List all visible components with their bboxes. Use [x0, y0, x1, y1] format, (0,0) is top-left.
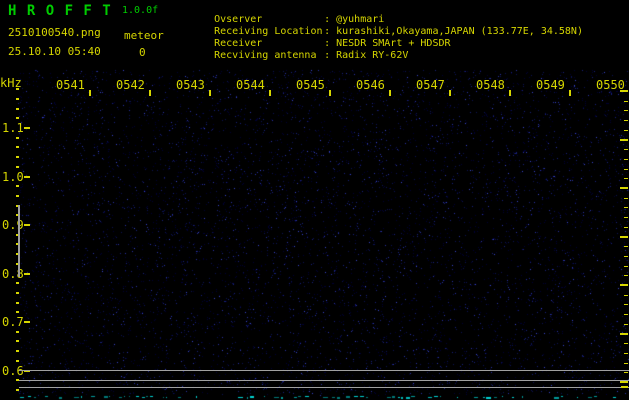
time-tick-label: 0546 — [356, 79, 385, 91]
app-version: 1.0.0f — [122, 5, 158, 16]
time-tick-label: 0545 — [296, 79, 325, 91]
colon: : — [324, 50, 336, 62]
right-minor-tick — [624, 256, 628, 257]
time-tick-label: 0549 — [536, 79, 565, 91]
right-edge-bottom-tick — [621, 386, 628, 388]
right-minor-tick — [624, 314, 628, 315]
right-minor-tick — [624, 207, 628, 208]
freq-minor-tick — [16, 117, 19, 119]
freq-minor-tick — [16, 340, 19, 342]
freq-minor-tick — [16, 156, 19, 158]
right-minor-tick — [624, 304, 628, 305]
right-minor-tick — [624, 149, 628, 150]
right-minor-tick — [624, 246, 628, 247]
right-minor-tick — [624, 266, 628, 267]
right-minor-tick — [624, 130, 628, 131]
right-minor-tick — [624, 343, 628, 344]
right-minor-tick — [624, 169, 628, 170]
reference-line — [19, 370, 629, 371]
time-tick-label: 0547 — [416, 79, 445, 91]
meteor-count-value: 0 — [139, 46, 146, 59]
antenna-value: Radix RY-62V — [336, 50, 408, 61]
right-minor-tick — [624, 372, 628, 373]
time-minor-tick — [149, 90, 151, 96]
time-minor-tick — [269, 90, 271, 96]
right-major-tick — [620, 284, 628, 286]
right-minor-tick — [624, 178, 628, 179]
time-tick-label: 0548 — [476, 79, 505, 91]
freq-tick-label: 1.0 — [2, 171, 24, 183]
freq-minor-tick — [16, 389, 19, 391]
freq-minor-tick — [16, 166, 19, 168]
right-minor-tick — [624, 363, 628, 364]
right-minor-tick — [624, 110, 628, 111]
right-minor-tick — [624, 295, 628, 296]
right-minor-tick — [624, 324, 628, 325]
right-minor-tick — [624, 101, 628, 102]
right-minor-tick — [624, 275, 628, 276]
time-minor-tick — [509, 90, 511, 96]
freq-major-tick — [24, 176, 30, 178]
reference-line — [19, 380, 629, 381]
right-major-tick — [620, 236, 628, 238]
time-minor-tick — [449, 90, 451, 96]
freq-tick-label: 0.7 — [2, 316, 24, 328]
freq-major-tick — [24, 127, 30, 129]
freq-minor-tick — [16, 350, 19, 352]
time-tick-label: 0542 — [116, 79, 145, 91]
freq-minor-tick — [16, 108, 19, 110]
freq-major-tick — [24, 321, 30, 323]
freq-minor-tick — [16, 331, 19, 333]
output-filename: 2510100540.png — [8, 26, 101, 39]
freq-minor-tick — [16, 292, 19, 294]
meteor-counter-label: meteor — [124, 29, 164, 42]
right-minor-tick — [624, 198, 628, 199]
time-tick-label: 0543 — [176, 79, 205, 91]
freq-minor-tick — [16, 282, 19, 284]
time-minor-tick — [389, 90, 391, 96]
freq-tick-label: 0.8 — [2, 268, 24, 280]
reference-line — [19, 387, 629, 388]
freq-major-tick — [24, 224, 30, 226]
hrofft-window: H R O F F T 1.0.0f 2510100540.png meteor… — [0, 0, 629, 400]
freq-minor-tick — [16, 311, 19, 313]
freq-minor-tick — [16, 302, 19, 304]
right-minor-tick — [624, 353, 628, 354]
app-title: H R O F F T — [8, 3, 112, 19]
time-tick-label: 0544 — [236, 79, 265, 91]
freq-minor-tick — [16, 98, 19, 100]
right-minor-tick — [624, 120, 628, 121]
info-row-antenna: Recviving antenna:Radix RY-62V — [178, 38, 408, 74]
right-major-tick — [620, 139, 628, 141]
time-tick-label: 0541 — [56, 79, 85, 91]
freq-minor-tick — [16, 137, 19, 139]
time-minor-tick — [329, 90, 331, 96]
freq-minor-tick — [16, 146, 19, 148]
frequency-axis-unit-label: kHz — [0, 77, 22, 89]
time-minor-tick — [209, 90, 211, 96]
right-minor-tick — [624, 227, 628, 228]
right-minor-tick — [624, 217, 628, 218]
right-minor-tick — [624, 159, 628, 160]
freq-major-tick — [24, 273, 30, 275]
freq-tick-label: 0.9 — [2, 219, 24, 231]
freq-tick-label: 1.1 — [2, 122, 24, 134]
time-minor-tick — [569, 90, 571, 96]
right-major-tick — [620, 187, 628, 189]
antenna-label: Recviving antenna — [214, 50, 324, 62]
overlay-layer: H R O F F T 1.0.0f 2510100540.png meteor… — [0, 0, 629, 400]
time-minor-tick — [89, 90, 91, 96]
vertical-marker-bar — [18, 205, 20, 277]
right-major-tick — [620, 90, 628, 92]
right-major-tick — [620, 381, 628, 383]
freq-minor-tick — [16, 88, 19, 90]
freq-minor-tick — [16, 185, 19, 187]
right-major-tick — [620, 333, 628, 335]
freq-minor-tick — [16, 360, 19, 362]
capture-datetime: 25.10.10 05:40 — [8, 45, 101, 58]
freq-minor-tick — [16, 195, 19, 197]
